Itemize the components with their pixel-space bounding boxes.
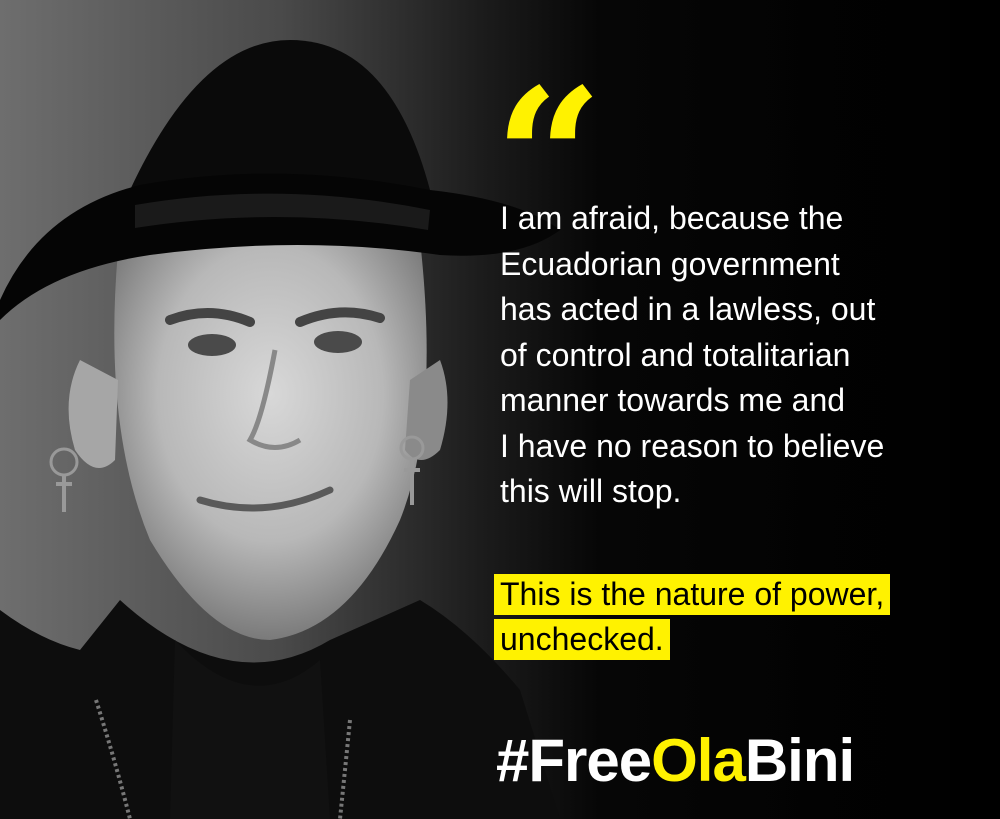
hashtag-part-free: #Free bbox=[496, 727, 652, 794]
poster: “ I am afraid, because the Ecuadorian go… bbox=[0, 0, 1000, 819]
highlight-line: This is the nature of power, bbox=[494, 574, 891, 615]
campaign-hashtag: #FreeOlaBini bbox=[496, 726, 855, 796]
hashtag-part-bini: Bini bbox=[744, 727, 855, 794]
quote-text: I am afraid, because the Ecuadorian gove… bbox=[500, 200, 885, 509]
highlighted-quote: This is the nature of power, unchecked. bbox=[494, 574, 984, 664]
highlight-line: unchecked. bbox=[494, 619, 670, 660]
hashtag-part-ola: Ola bbox=[651, 727, 746, 794]
